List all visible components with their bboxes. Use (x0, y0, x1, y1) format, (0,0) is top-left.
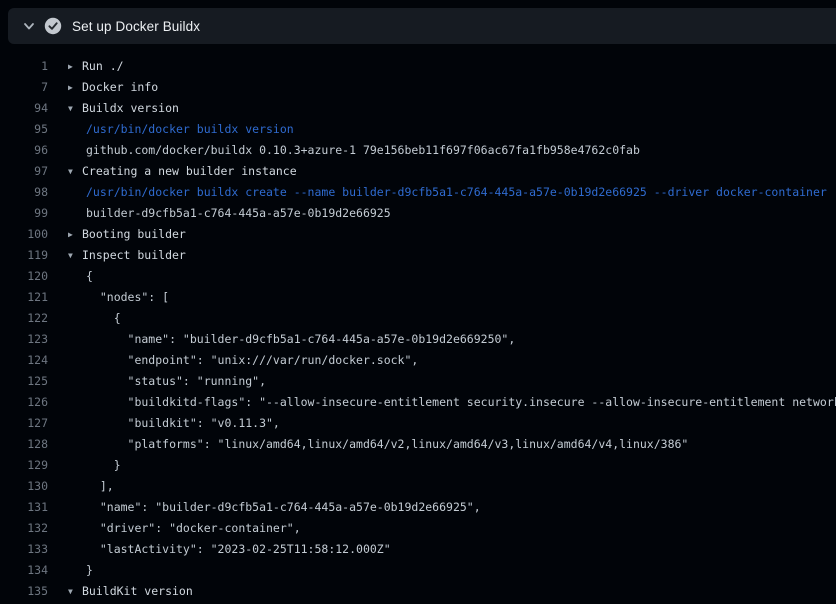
log-group-title[interactable]: ▶Run ./ (68, 56, 124, 77)
line-number[interactable]: 119 (0, 245, 48, 266)
line-number[interactable]: 124 (0, 350, 48, 371)
log-output-text: builder-d9cfb5a1-c764-445a-a57e-0b19d2e6… (68, 203, 391, 224)
log-output-text: "nodes": [ (68, 287, 169, 308)
log-command-text: /usr/bin/docker buildx create --name bui… (68, 182, 827, 203)
triangle-expanded-icon[interactable]: ▼ (68, 581, 82, 602)
group-title-text: Inspect builder (82, 248, 186, 262)
line-number[interactable]: 120 (0, 266, 48, 287)
log-line: 121 "nodes": [ (0, 287, 836, 308)
line-number[interactable]: 133 (0, 539, 48, 560)
log-output-text: } (68, 560, 93, 581)
log-output-text: "name": "builder-d9cfb5a1-c764-445a-a57e… (68, 497, 481, 518)
log-output-text: { (68, 308, 121, 329)
group-title-text: Docker info (82, 80, 158, 94)
line-number[interactable]: 121 (0, 287, 48, 308)
log-line: 122 { (0, 308, 836, 329)
log-line: 126 "buildkitd-flags": "--allow-insecure… (0, 392, 836, 413)
log-group-title[interactable]: ▼Buildx version (68, 98, 179, 119)
log-output-text: "name": "builder-d9cfb5a1-c764-445a-a57e… (68, 329, 515, 350)
log-line: 124 "endpoint": "unix:///var/run/docker.… (0, 350, 836, 371)
log-output-text: "endpoint": "unix:///var/run/docker.sock… (68, 350, 418, 371)
line-number[interactable]: 128 (0, 434, 48, 455)
line-number[interactable]: 132 (0, 518, 48, 539)
log-line: 131 "name": "builder-d9cfb5a1-c764-445a-… (0, 497, 836, 518)
chevron-down-icon[interactable] (22, 19, 36, 33)
triangle-collapsed-icon[interactable]: ▶ (68, 56, 82, 77)
group-title-text: BuildKit version (82, 584, 193, 598)
line-number[interactable]: 95 (0, 119, 48, 140)
log-output-text: ], (68, 476, 114, 497)
log-group-title[interactable]: ▶Booting builder (68, 224, 186, 245)
log-output-text: { (68, 266, 93, 287)
line-number[interactable]: 130 (0, 476, 48, 497)
line-number[interactable]: 7 (0, 77, 48, 98)
line-number[interactable]: 123 (0, 329, 48, 350)
step-header[interactable]: Set up Docker Buildx (8, 8, 836, 44)
log-line: 7 ▶Docker info (0, 77, 836, 98)
line-number[interactable]: 96 (0, 140, 48, 161)
log-group-title[interactable]: ▶Docker info (68, 77, 158, 98)
actions-log-viewer: Set up Docker Buildx 1▶Run ./7▶Docker in… (0, 0, 836, 604)
line-number[interactable]: 94 (0, 98, 48, 119)
log-group-title[interactable]: ▼Creating a new builder instance (68, 161, 297, 182)
log-line: 132 "driver": "docker-container", (0, 518, 836, 539)
line-number[interactable]: 99 (0, 203, 48, 224)
triangle-expanded-icon[interactable]: ▼ (68, 98, 82, 119)
log-output-text: "driver": "docker-container", (68, 518, 301, 539)
log-body: 1▶Run ./7▶Docker info94▼Buildx version95… (0, 56, 836, 604)
log-line: 1 ▶Run ./ (0, 56, 836, 77)
log-line: 119 ▼Inspect builder (0, 245, 836, 266)
log-line: 128 "platforms": "linux/amd64,linux/amd6… (0, 434, 836, 455)
line-number[interactable]: 97 (0, 161, 48, 182)
log-line: 120 { (0, 266, 836, 287)
log-output-text: } (68, 455, 121, 476)
log-group-title[interactable]: ▼Inspect builder (68, 245, 186, 266)
line-number[interactable]: 125 (0, 371, 48, 392)
log-line: 98/usr/bin/docker buildx create --name b… (0, 182, 836, 203)
triangle-expanded-icon[interactable]: ▼ (68, 161, 82, 182)
log-line: 95/usr/bin/docker buildx version (0, 119, 836, 140)
log-line: 134} (0, 560, 836, 581)
log-output-text: "buildkit": "v0.11.3", (68, 413, 280, 434)
log-output-text: "lastActivity": "2023-02-25T11:58:12.000… (68, 539, 391, 560)
log-line: 125 "status": "running", (0, 371, 836, 392)
log-output-text: "status": "running", (68, 371, 266, 392)
log-line: 133 "lastActivity": "2023-02-25T11:58:12… (0, 539, 836, 560)
line-number[interactable]: 127 (0, 413, 48, 434)
group-title-text: Buildx version (82, 101, 179, 115)
line-number[interactable]: 129 (0, 455, 48, 476)
log-line: 100 ▶Booting builder (0, 224, 836, 245)
line-number[interactable]: 134 (0, 560, 48, 581)
triangle-collapsed-icon[interactable]: ▶ (68, 224, 82, 245)
check-circle-icon (44, 17, 62, 35)
line-number[interactable]: 135 (0, 581, 48, 602)
line-number[interactable]: 100 (0, 224, 48, 245)
line-number[interactable]: 131 (0, 497, 48, 518)
log-group-title[interactable]: ▼BuildKit version (68, 581, 193, 602)
log-line: 99 builder-d9cfb5a1-c764-445a-a57e-0b19d2… (0, 203, 836, 224)
group-title-text: Run ./ (82, 59, 124, 73)
line-number[interactable]: 126 (0, 392, 48, 413)
log-line: 123 "name": "builder-d9cfb5a1-c764-445a-… (0, 329, 836, 350)
group-title-text: Booting builder (82, 227, 186, 241)
line-number[interactable]: 98 (0, 182, 48, 203)
group-title-text: Creating a new builder instance (82, 164, 297, 178)
log-line: 130 ], (0, 476, 836, 497)
log-line: 94 ▼Buildx version (0, 98, 836, 119)
triangle-expanded-icon[interactable]: ▼ (68, 245, 82, 266)
line-number[interactable]: 1 (0, 56, 48, 77)
log-output-text: "platforms": "linux/amd64,linux/amd64/v2… (68, 434, 688, 455)
log-line: 96 github.com/docker/buildx 0.10.3+azure-… (0, 140, 836, 161)
log-command-text: /usr/bin/docker buildx version (68, 119, 294, 140)
log-output-text: github.com/docker/buildx 0.10.3+azure-1 … (68, 140, 640, 161)
log-output-text: "buildkitd-flags": "--allow-insecure-ent… (68, 392, 836, 413)
log-line: 129 } (0, 455, 836, 476)
log-line: 127 "buildkit": "v0.11.3", (0, 413, 836, 434)
log-line: 135 ▼BuildKit version (0, 581, 836, 602)
line-number[interactable]: 122 (0, 308, 48, 329)
log-line: 97 ▼Creating a new builder instance (0, 161, 836, 182)
triangle-collapsed-icon[interactable]: ▶ (68, 77, 82, 98)
step-title: Set up Docker Buildx (72, 19, 200, 34)
